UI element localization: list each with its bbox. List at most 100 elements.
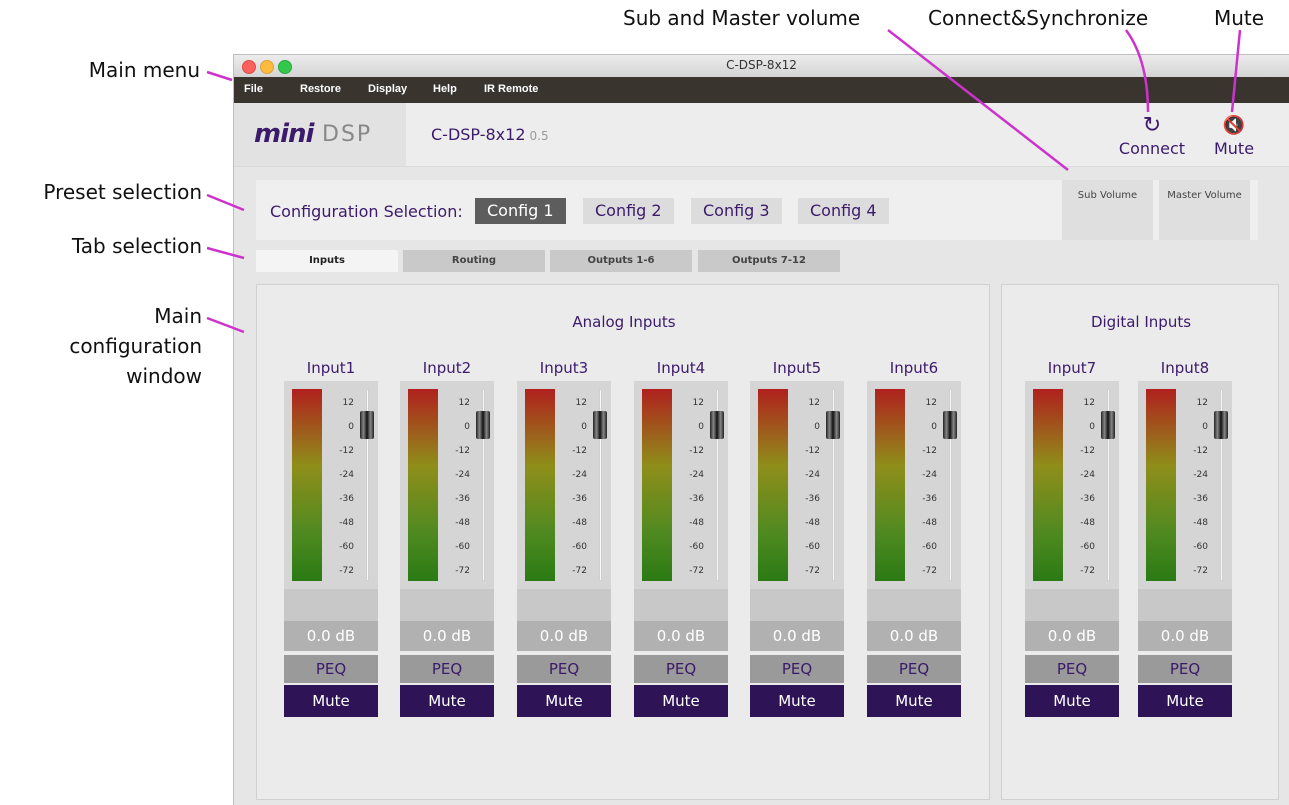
tab-routing[interactable]: Routing	[403, 250, 545, 272]
tab-outputs-1-6[interactable]: Outputs 1-6	[550, 250, 692, 272]
channel-mute-button[interactable]: Mute	[634, 685, 728, 717]
gain-value-field[interactable]: 0.0 dB	[1025, 621, 1119, 651]
callout-mute: Mute	[1214, 6, 1265, 30]
scale-tick: -72	[455, 566, 470, 576]
scale-tick: -12	[805, 446, 820, 456]
level-meter	[525, 389, 555, 581]
db-scale: 12 0 -12 -24 -36 -48 -60 -72	[911, 389, 941, 581]
menu-ir-remote[interactable]: IR Remote	[484, 83, 538, 95]
level-meter	[292, 389, 322, 581]
channel-name: Input7	[1047, 359, 1097, 377]
callout-line-main-menu	[206, 70, 233, 82]
master-volume-control[interactable]: Master Volume	[1159, 180, 1250, 240]
gain-slider-knob[interactable]	[710, 411, 724, 439]
channel-spacer	[1138, 589, 1232, 621]
scale-tick: -60	[1193, 542, 1208, 552]
peq-button[interactable]: PEQ	[867, 655, 961, 683]
gain-value-field[interactable]: 0.0 dB	[634, 621, 728, 651]
scale-tick: -12	[339, 446, 354, 456]
channel-name: Input6	[889, 359, 939, 377]
input-channel-strip: Input5 12 0 -12 -24 -36 -48 -60 -72 0.0 dB PEQ Mute	[750, 359, 844, 717]
gain-value-field[interactable]: 0.0 dB	[867, 621, 961, 651]
menu-display[interactable]: Display	[368, 83, 407, 95]
menu-file[interactable]: File	[244, 83, 263, 95]
gain-value-field[interactable]: 0.0 dB	[517, 621, 611, 651]
callout-connect-sync: Connect&Synchronize	[928, 6, 1149, 30]
window-title: C-DSP-8x12	[726, 58, 797, 72]
channel-mute-button[interactable]: Mute	[284, 685, 378, 717]
config-4-button[interactable]: Config 4	[798, 198, 889, 224]
gain-value-field[interactable]: 0.0 dB	[1138, 621, 1232, 651]
app-window: C-DSP-8x12 File Restore Display Help IR …	[234, 55, 1289, 805]
scale-tick: -48	[1193, 518, 1208, 528]
peq-button[interactable]: PEQ	[400, 655, 494, 683]
gain-value-field[interactable]: 0.0 dB	[750, 621, 844, 651]
scale-tick: 0	[814, 422, 820, 432]
channel-mute-button[interactable]: Mute	[867, 685, 961, 717]
gain-slider-knob[interactable]	[943, 411, 957, 439]
input-channel-strip: Input4 12 0 -12 -24 -36 -48 -60 -72 0.0 dB PEQ Mute	[634, 359, 728, 717]
scale-tick: -60	[805, 542, 820, 552]
scale-tick: -24	[922, 470, 937, 480]
gain-slider-knob[interactable]	[826, 411, 840, 439]
scale-tick: -72	[689, 566, 704, 576]
scale-tick: -72	[805, 566, 820, 576]
channel-spacer	[400, 589, 494, 621]
mute-all-button[interactable]: 🔇 Mute	[1204, 113, 1264, 158]
connect-button[interactable]: ↻ Connect	[1110, 113, 1194, 158]
input-channel-strip: Input2 12 0 -12 -24 -36 -48 -60 -72 0.0 dB PEQ Mute	[400, 359, 494, 717]
scale-tick: -48	[339, 518, 354, 528]
peq-button[interactable]: PEQ	[1025, 655, 1119, 683]
scale-tick: -60	[455, 542, 470, 552]
device-name-text: C-DSP-8x12	[431, 125, 526, 144]
menu-help[interactable]: Help	[433, 83, 457, 95]
channel-mute-button[interactable]: Mute	[1025, 685, 1119, 717]
peq-button[interactable]: PEQ	[634, 655, 728, 683]
config-3-button[interactable]: Config 3	[691, 198, 782, 224]
scale-tick: -72	[922, 566, 937, 576]
scale-tick: 12	[342, 398, 354, 408]
gain-value-field[interactable]: 0.0 dB	[400, 621, 494, 651]
sub-volume-control[interactable]: Sub Volume	[1062, 180, 1153, 240]
menu-restore[interactable]: Restore	[300, 83, 341, 95]
scale-tick: -36	[1080, 494, 1095, 504]
scale-tick: -24	[689, 470, 704, 480]
gain-slider-knob[interactable]	[476, 411, 490, 439]
peq-button[interactable]: PEQ	[284, 655, 378, 683]
peq-button[interactable]: PEQ	[517, 655, 611, 683]
channel-name: Input2	[422, 359, 472, 377]
gain-value-field[interactable]: 0.0 dB	[284, 621, 378, 651]
scale-tick: -60	[922, 542, 937, 552]
db-scale: 12 0 -12 -24 -36 -48 -60 -72	[794, 389, 824, 581]
scale-tick: -36	[455, 494, 470, 504]
channel-mute-button[interactable]: Mute	[517, 685, 611, 717]
scale-tick: 0	[1202, 422, 1208, 432]
connect-label: Connect	[1118, 139, 1186, 158]
channel-name: Input8	[1160, 359, 1210, 377]
scale-tick: -12	[572, 446, 587, 456]
main-menu-bar: File Restore Display Help IR Remote	[234, 77, 1289, 103]
input-channel-strip: Input6 12 0 -12 -24 -36 -48 -60 -72 0.0 dB PEQ Mute	[867, 359, 961, 717]
gain-slider-knob[interactable]	[360, 411, 374, 439]
gain-slider-knob[interactable]	[1101, 411, 1115, 439]
gain-slider-knob[interactable]	[1214, 411, 1228, 439]
scale-tick: -24	[1193, 470, 1208, 480]
gain-slider-knob[interactable]	[593, 411, 607, 439]
tab-inputs[interactable]: Inputs	[256, 250, 398, 272]
channel-mute-button[interactable]: Mute	[400, 685, 494, 717]
channel-mute-button[interactable]: Mute	[750, 685, 844, 717]
input-channel-strip: Input7 12 0 -12 -24 -36 -48 -60 -72 0.0 dB PEQ Mute	[1025, 359, 1119, 717]
channel-mute-button[interactable]: Mute	[1138, 685, 1232, 717]
scale-tick: 0	[698, 422, 704, 432]
minidsp-logo: mini DSP	[234, 103, 406, 166]
input-channel-strip: Input3 12 0 -12 -24 -36 -48 -60 -72 0.0 dB PEQ Mute	[517, 359, 611, 717]
scale-tick: -60	[689, 542, 704, 552]
level-meter	[408, 389, 438, 581]
db-scale: 12 0 -12 -24 -36 -48 -60 -72	[444, 389, 474, 581]
peq-button[interactable]: PEQ	[1138, 655, 1232, 683]
peq-button[interactable]: PEQ	[750, 655, 844, 683]
config-1-button[interactable]: Config 1	[475, 198, 566, 224]
config-2-button[interactable]: Config 2	[583, 198, 674, 224]
db-scale: 12 0 -12 -24 -36 -48 -60 -72	[678, 389, 708, 581]
tab-outputs-7-12[interactable]: Outputs 7-12	[698, 250, 840, 272]
